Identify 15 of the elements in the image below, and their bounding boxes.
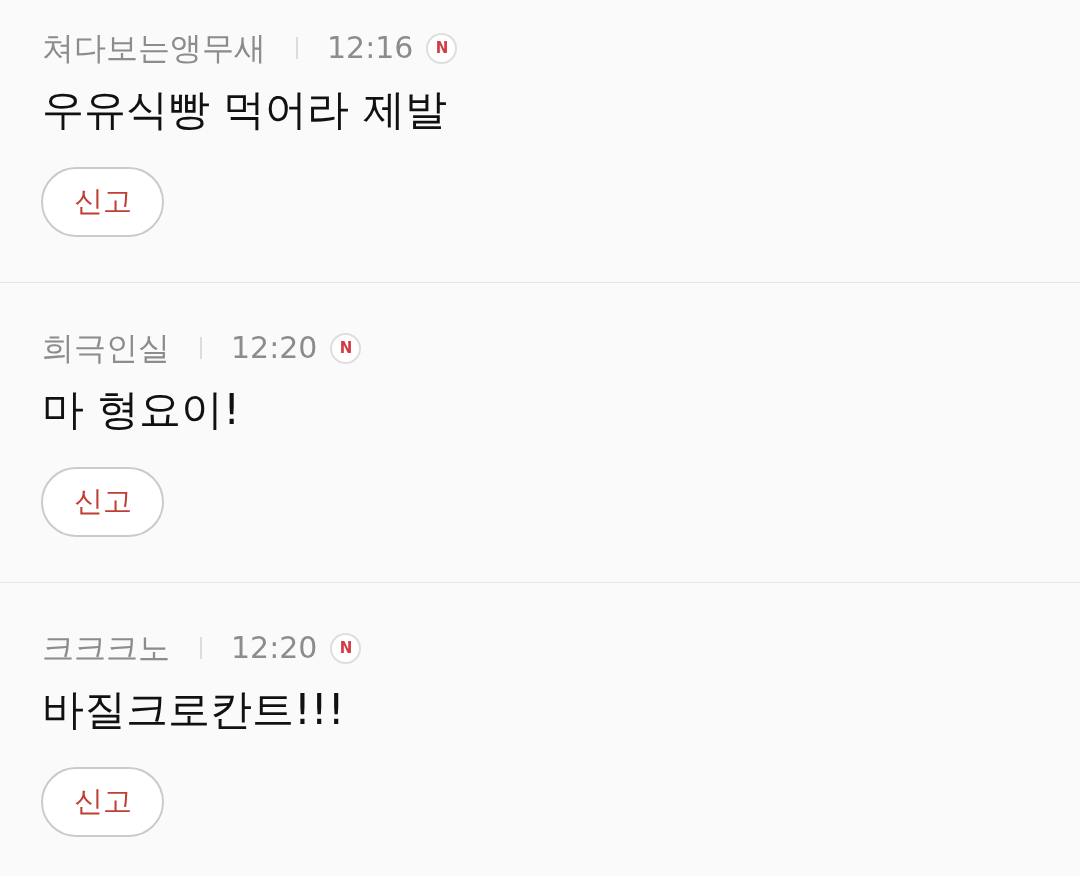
report-button[interactable]: 신고 <box>41 167 164 237</box>
new-badge: N <box>330 632 362 664</box>
comment-time: 12:16 <box>327 30 414 66</box>
new-badge: N <box>330 332 362 364</box>
comment-author: 희극인실 <box>42 330 170 366</box>
comment-author: 크크크노 <box>42 630 170 666</box>
comment-time: 12:20 <box>231 330 318 366</box>
comment-text: 우유식빵 먹어라 제발 <box>42 84 447 136</box>
report-button[interactable]: 신고 <box>41 767 164 837</box>
new-badge: N <box>426 32 458 64</box>
comment-text: 마 형요이! <box>42 384 241 436</box>
comment-text: 바질크로칸트!!! <box>42 684 345 736</box>
comment-time: 12:20 <box>231 630 318 666</box>
report-button[interactable]: 신고 <box>41 467 164 537</box>
comment-author: 쳐다보는앵무새 <box>42 30 266 66</box>
